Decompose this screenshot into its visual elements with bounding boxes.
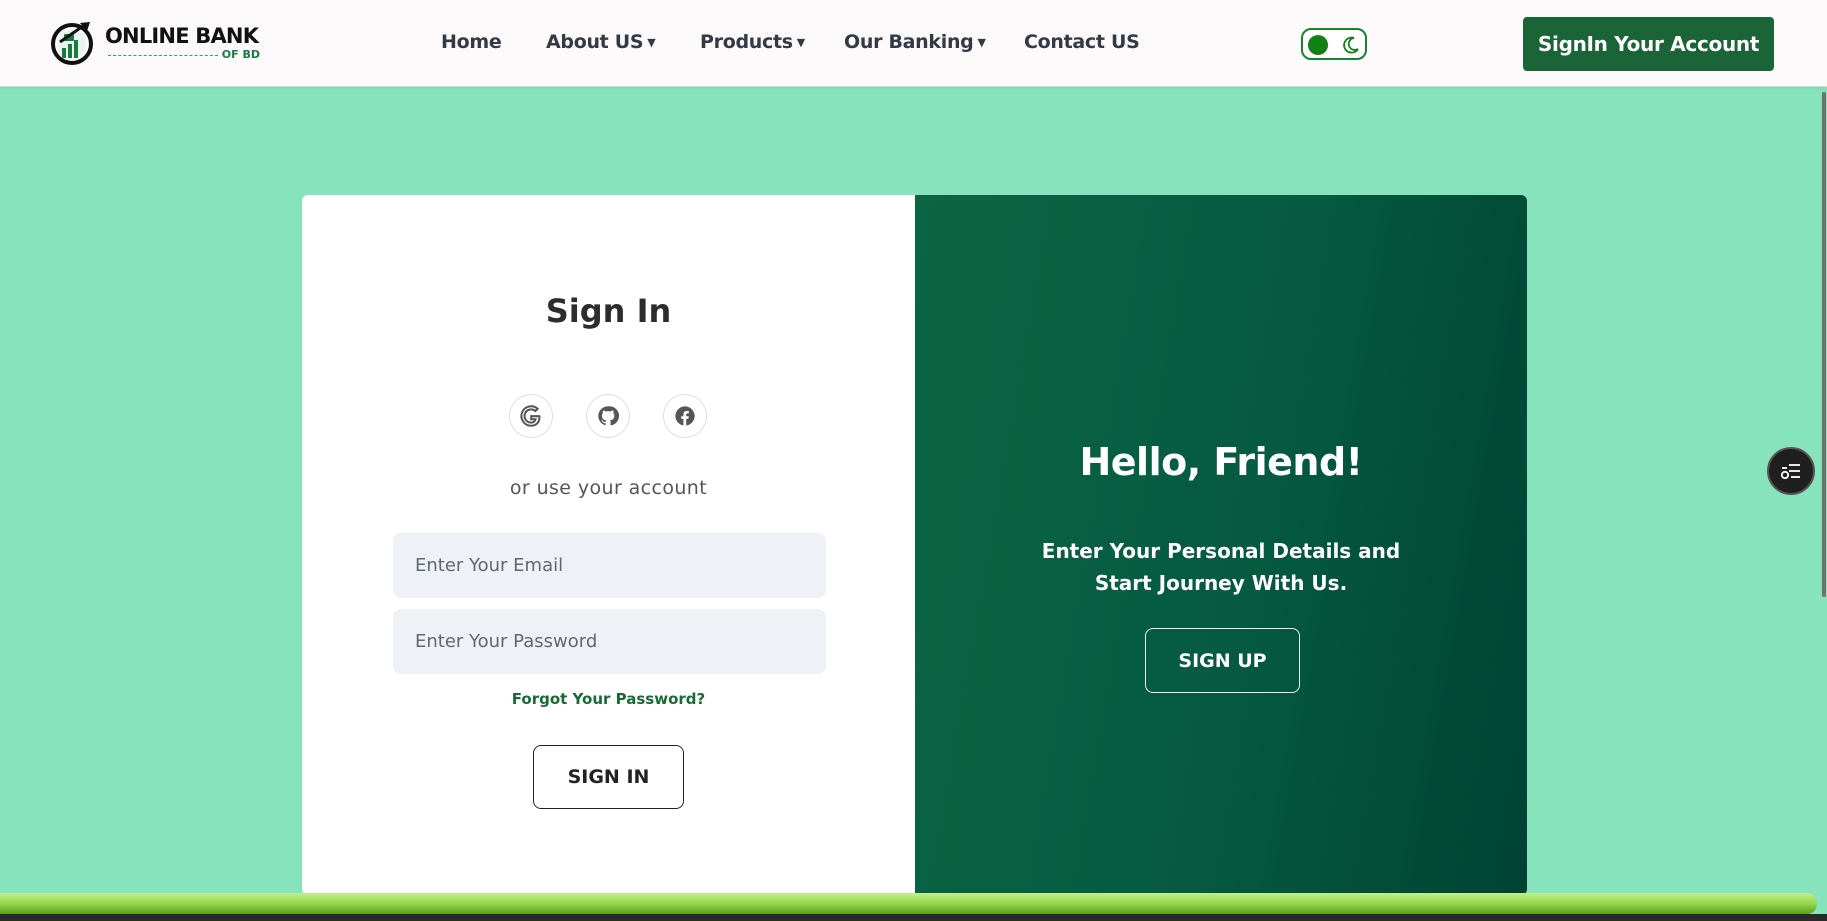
email-field[interactable] bbox=[393, 533, 826, 598]
signup-panel-text: Enter Your Personal Details and Start Jo… bbox=[1041, 539, 1401, 595]
nav-item-products[interactable]: Products ▼ bbox=[700, 31, 805, 53]
signin-title: Sign In bbox=[545, 292, 672, 330]
scroll-progress-bar bbox=[0, 893, 1817, 914]
brand-divider bbox=[108, 55, 218, 56]
nav-item-home[interactable]: Home bbox=[441, 31, 502, 53]
caret-down-icon: ▼ bbox=[796, 36, 805, 49]
signin-button[interactable]: SIGN IN bbox=[533, 745, 684, 809]
nav-item-label: Contact US bbox=[1024, 31, 1140, 53]
brand-logo[interactable]: ONLINE BANK OF BD bbox=[50, 18, 260, 68]
caret-down-icon: ▼ bbox=[647, 36, 656, 49]
google-icon bbox=[520, 405, 541, 427]
nav-item-label: Home bbox=[441, 31, 502, 53]
signup-panel-title: Hello, Friend! bbox=[1079, 440, 1363, 484]
nav-item-about-us[interactable]: About US ▼ bbox=[546, 31, 656, 53]
facebook-login-button[interactable] bbox=[663, 394, 707, 438]
nav-item-label: Our Banking bbox=[844, 31, 974, 53]
page-scrollbar[interactable] bbox=[1822, 92, 1826, 597]
bottom-strip bbox=[0, 914, 1827, 921]
nav-item-our-banking[interactable]: Our Banking ▼ bbox=[844, 31, 986, 53]
top-navbar: ONLINE BANK OF BD Home About US ▼ Product… bbox=[0, 0, 1827, 87]
nav-item-label: Products bbox=[700, 31, 793, 53]
google-login-button[interactable] bbox=[509, 394, 553, 438]
nav-item-contact-us[interactable]: Contact US bbox=[1024, 31, 1140, 53]
nav-item-label: About US bbox=[546, 31, 644, 53]
signin-account-button[interactable]: SignIn Your Account bbox=[1523, 17, 1774, 71]
toggle-knob bbox=[1308, 35, 1328, 55]
moon-icon bbox=[1343, 36, 1359, 54]
alt-login-text: or use your account bbox=[509, 477, 708, 499]
signup-button[interactable]: SIGN UP bbox=[1145, 628, 1300, 693]
settings-list-icon bbox=[1780, 464, 1800, 480]
caret-down-icon: ▼ bbox=[977, 36, 986, 49]
brand-subtitle: OF BD bbox=[221, 48, 260, 61]
facebook-icon bbox=[675, 406, 695, 426]
password-field[interactable] bbox=[393, 609, 826, 674]
github-icon bbox=[598, 406, 619, 426]
github-login-button[interactable] bbox=[586, 394, 630, 438]
theme-toggle[interactable] bbox=[1301, 28, 1367, 60]
forgot-password-link[interactable]: Forgot Your Password? bbox=[302, 690, 915, 708]
signup-panel: Hello, Friend! Enter Your Personal Detai… bbox=[915, 195, 1527, 895]
floating-menu-button[interactable] bbox=[1767, 447, 1815, 495]
auth-card: Sign In or use your account Forgot Your … bbox=[302, 195, 1527, 895]
brand-title: ONLINE BANK bbox=[105, 24, 259, 48]
signin-panel: Sign In or use your account Forgot Your … bbox=[302, 195, 915, 895]
bank-logo-icon bbox=[51, 22, 93, 65]
